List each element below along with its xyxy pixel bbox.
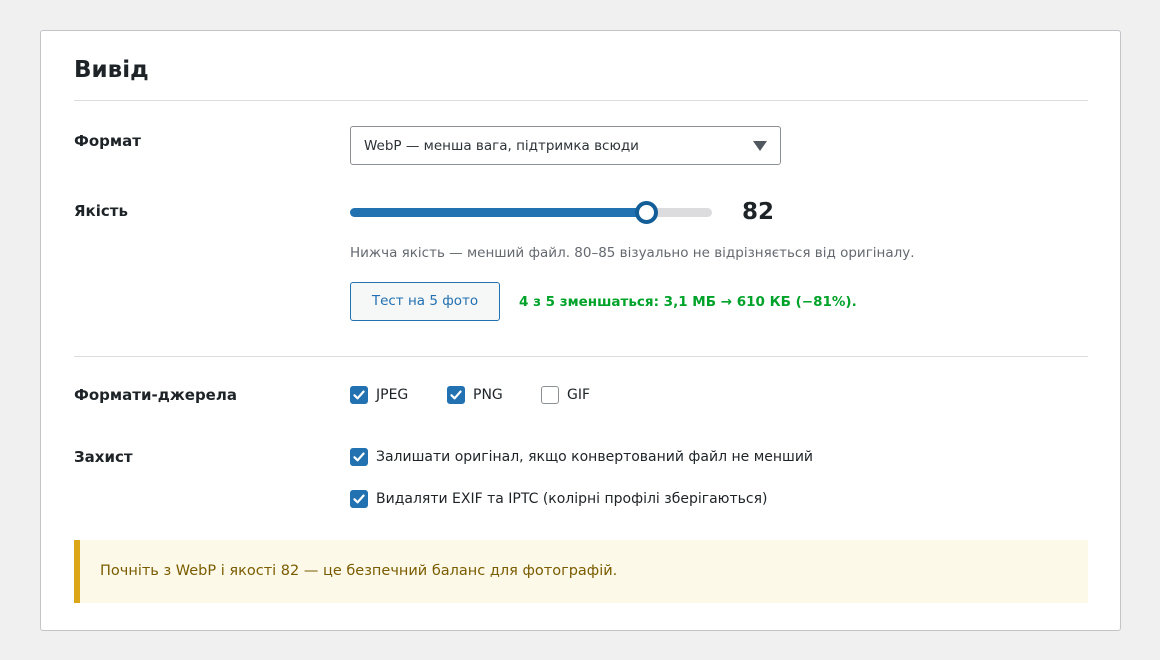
- check-icon: [353, 452, 365, 462]
- format-select-value: WebP — менша вага, підтримка всюди: [364, 138, 639, 154]
- test-result: 4 з 5 зменшаться: 3,1 МБ → 610 КБ (−81%)…: [519, 294, 857, 310]
- source-format-jpeg[interactable]: JPEG: [350, 386, 408, 404]
- checkbox-label: PNG: [473, 387, 503, 403]
- test-button[interactable]: Тест на 5 фото: [350, 282, 500, 321]
- quality-slider[interactable]: [350, 201, 712, 224]
- protection-label: Захист: [74, 448, 133, 466]
- source-format-gif[interactable]: GIF: [541, 386, 590, 404]
- checkbox-unchecked[interactable]: [541, 386, 559, 404]
- checkbox-checked[interactable]: [350, 448, 368, 466]
- checkbox-checked[interactable]: [350, 386, 368, 404]
- source-format-png[interactable]: PNG: [447, 386, 503, 404]
- checkbox-label: GIF: [567, 387, 591, 403]
- strip-metadata-option[interactable]: Видаляти EXIF та IPTC (колірні профілі з…: [350, 490, 767, 508]
- quality-label: Якість: [74, 202, 128, 220]
- output-settings-card: Вивід Формат WebP — менша вага, підтримк…: [40, 30, 1121, 631]
- divider: [74, 356, 1088, 357]
- checkbox-checked[interactable]: [447, 386, 465, 404]
- format-label: Формат: [74, 132, 141, 150]
- checkbox-label: JPEG: [376, 387, 409, 403]
- quality-slider-thumb[interactable]: [635, 201, 659, 224]
- quality-value: 82: [742, 199, 775, 225]
- tip-notice-text: Почніть з WebP і якості 82 — це безпечни…: [100, 563, 618, 579]
- check-icon: [353, 390, 365, 400]
- check-icon: [353, 494, 365, 504]
- source-formats-label: Формати-джерела: [74, 386, 237, 404]
- section-title: Вивід: [74, 57, 149, 83]
- chevron-down-icon: [753, 141, 767, 151]
- tip-notice: Почніть з WebP і якості 82 — це безпечни…: [74, 540, 1088, 603]
- quality-slider-fill: [350, 208, 647, 217]
- divider: [74, 100, 1088, 101]
- checkbox-label: Видаляти EXIF та IPTC (колірні профілі з…: [376, 491, 768, 507]
- checkbox-label: Залишати оригінал, якщо конвертований фа…: [376, 449, 814, 465]
- quality-hint: Нижча якість — менший файл. 80–85 візуал…: [350, 245, 915, 261]
- format-select[interactable]: WebP — менша вага, підтримка всюди: [350, 126, 781, 165]
- checkbox-checked[interactable]: [350, 490, 368, 508]
- check-icon: [450, 390, 462, 400]
- keep-original-option[interactable]: Залишати оригінал, якщо конвертований фа…: [350, 448, 813, 466]
